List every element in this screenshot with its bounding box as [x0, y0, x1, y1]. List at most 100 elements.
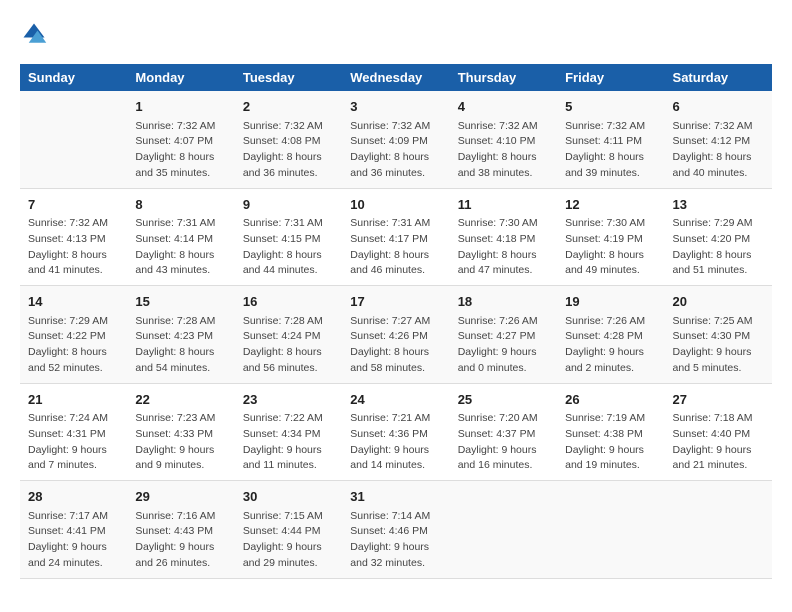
header-wednesday: Wednesday	[342, 64, 449, 91]
day-info: Sunrise: 7:32 AMSunset: 4:13 PMDaylight:…	[28, 216, 119, 279]
day-cell: 7Sunrise: 7:32 AMSunset: 4:13 PMDaylight…	[20, 188, 127, 286]
day-cell	[20, 91, 127, 188]
day-cell: 27Sunrise: 7:18 AMSunset: 4:40 PMDayligh…	[665, 383, 772, 481]
day-number: 22	[135, 390, 226, 410]
day-cell: 23Sunrise: 7:22 AMSunset: 4:34 PMDayligh…	[235, 383, 342, 481]
day-cell: 10Sunrise: 7:31 AMSunset: 4:17 PMDayligh…	[342, 188, 449, 286]
day-cell: 14Sunrise: 7:29 AMSunset: 4:22 PMDayligh…	[20, 286, 127, 384]
day-cell: 21Sunrise: 7:24 AMSunset: 4:31 PMDayligh…	[20, 383, 127, 481]
day-number: 30	[243, 487, 334, 507]
day-cell	[450, 481, 557, 579]
day-cell: 4Sunrise: 7:32 AMSunset: 4:10 PMDaylight…	[450, 91, 557, 188]
day-info: Sunrise: 7:29 AMSunset: 4:20 PMDaylight:…	[673, 216, 764, 279]
day-info: Sunrise: 7:19 AMSunset: 4:38 PMDaylight:…	[565, 411, 656, 474]
day-cell: 11Sunrise: 7:30 AMSunset: 4:18 PMDayligh…	[450, 188, 557, 286]
header-saturday: Saturday	[665, 64, 772, 91]
day-cell	[557, 481, 664, 579]
day-info: Sunrise: 7:28 AMSunset: 4:24 PMDaylight:…	[243, 314, 334, 377]
day-info: Sunrise: 7:27 AMSunset: 4:26 PMDaylight:…	[350, 314, 441, 377]
day-cell: 17Sunrise: 7:27 AMSunset: 4:26 PMDayligh…	[342, 286, 449, 384]
day-info: Sunrise: 7:32 AMSunset: 4:11 PMDaylight:…	[565, 119, 656, 182]
day-number: 6	[673, 97, 764, 117]
day-cell: 5Sunrise: 7:32 AMSunset: 4:11 PMDaylight…	[557, 91, 664, 188]
week-row-2: 7Sunrise: 7:32 AMSunset: 4:13 PMDaylight…	[20, 188, 772, 286]
day-cell: 1Sunrise: 7:32 AMSunset: 4:07 PMDaylight…	[127, 91, 234, 188]
day-number: 25	[458, 390, 549, 410]
day-cell: 31Sunrise: 7:14 AMSunset: 4:46 PMDayligh…	[342, 481, 449, 579]
day-info: Sunrise: 7:32 AMSunset: 4:08 PMDaylight:…	[243, 119, 334, 182]
header-friday: Friday	[557, 64, 664, 91]
day-number: 7	[28, 195, 119, 215]
header-tuesday: Tuesday	[235, 64, 342, 91]
day-number: 10	[350, 195, 441, 215]
day-number: 3	[350, 97, 441, 117]
day-info: Sunrise: 7:21 AMSunset: 4:36 PMDaylight:…	[350, 411, 441, 474]
day-number: 4	[458, 97, 549, 117]
day-info: Sunrise: 7:15 AMSunset: 4:44 PMDaylight:…	[243, 509, 334, 572]
logo	[20, 20, 52, 48]
day-info: Sunrise: 7:31 AMSunset: 4:14 PMDaylight:…	[135, 216, 226, 279]
day-info: Sunrise: 7:31 AMSunset: 4:17 PMDaylight:…	[350, 216, 441, 279]
day-cell: 15Sunrise: 7:28 AMSunset: 4:23 PMDayligh…	[127, 286, 234, 384]
day-number: 9	[243, 195, 334, 215]
day-cell: 29Sunrise: 7:16 AMSunset: 4:43 PMDayligh…	[127, 481, 234, 579]
day-info: Sunrise: 7:26 AMSunset: 4:27 PMDaylight:…	[458, 314, 549, 377]
logo-icon	[20, 20, 48, 48]
week-row-3: 14Sunrise: 7:29 AMSunset: 4:22 PMDayligh…	[20, 286, 772, 384]
day-number: 26	[565, 390, 656, 410]
day-info: Sunrise: 7:31 AMSunset: 4:15 PMDaylight:…	[243, 216, 334, 279]
day-cell: 19Sunrise: 7:26 AMSunset: 4:28 PMDayligh…	[557, 286, 664, 384]
day-cell: 16Sunrise: 7:28 AMSunset: 4:24 PMDayligh…	[235, 286, 342, 384]
day-cell: 26Sunrise: 7:19 AMSunset: 4:38 PMDayligh…	[557, 383, 664, 481]
day-number: 13	[673, 195, 764, 215]
day-cell: 20Sunrise: 7:25 AMSunset: 4:30 PMDayligh…	[665, 286, 772, 384]
day-info: Sunrise: 7:30 AMSunset: 4:18 PMDaylight:…	[458, 216, 549, 279]
day-cell: 30Sunrise: 7:15 AMSunset: 4:44 PMDayligh…	[235, 481, 342, 579]
week-row-4: 21Sunrise: 7:24 AMSunset: 4:31 PMDayligh…	[20, 383, 772, 481]
day-number: 2	[243, 97, 334, 117]
day-cell: 24Sunrise: 7:21 AMSunset: 4:36 PMDayligh…	[342, 383, 449, 481]
header-monday: Monday	[127, 64, 234, 91]
day-number: 14	[28, 292, 119, 312]
day-number: 16	[243, 292, 334, 312]
day-info: Sunrise: 7:25 AMSunset: 4:30 PMDaylight:…	[673, 314, 764, 377]
day-info: Sunrise: 7:23 AMSunset: 4:33 PMDaylight:…	[135, 411, 226, 474]
header-sunday: Sunday	[20, 64, 127, 91]
week-row-5: 28Sunrise: 7:17 AMSunset: 4:41 PMDayligh…	[20, 481, 772, 579]
day-number: 5	[565, 97, 656, 117]
day-info: Sunrise: 7:14 AMSunset: 4:46 PMDaylight:…	[350, 509, 441, 572]
day-number: 29	[135, 487, 226, 507]
day-cell: 8Sunrise: 7:31 AMSunset: 4:14 PMDaylight…	[127, 188, 234, 286]
day-info: Sunrise: 7:20 AMSunset: 4:37 PMDaylight:…	[458, 411, 549, 474]
day-cell	[665, 481, 772, 579]
day-number: 28	[28, 487, 119, 507]
day-info: Sunrise: 7:29 AMSunset: 4:22 PMDaylight:…	[28, 314, 119, 377]
day-number: 18	[458, 292, 549, 312]
day-info: Sunrise: 7:24 AMSunset: 4:31 PMDaylight:…	[28, 411, 119, 474]
day-info: Sunrise: 7:32 AMSunset: 4:10 PMDaylight:…	[458, 119, 549, 182]
day-cell: 25Sunrise: 7:20 AMSunset: 4:37 PMDayligh…	[450, 383, 557, 481]
day-info: Sunrise: 7:28 AMSunset: 4:23 PMDaylight:…	[135, 314, 226, 377]
day-number: 21	[28, 390, 119, 410]
day-number: 8	[135, 195, 226, 215]
day-number: 15	[135, 292, 226, 312]
day-info: Sunrise: 7:30 AMSunset: 4:19 PMDaylight:…	[565, 216, 656, 279]
header-row: SundayMondayTuesdayWednesdayThursdayFrid…	[20, 64, 772, 91]
day-cell: 18Sunrise: 7:26 AMSunset: 4:27 PMDayligh…	[450, 286, 557, 384]
page-header	[20, 20, 772, 48]
day-cell: 12Sunrise: 7:30 AMSunset: 4:19 PMDayligh…	[557, 188, 664, 286]
day-info: Sunrise: 7:18 AMSunset: 4:40 PMDaylight:…	[673, 411, 764, 474]
day-info: Sunrise: 7:32 AMSunset: 4:07 PMDaylight:…	[135, 119, 226, 182]
day-cell: 3Sunrise: 7:32 AMSunset: 4:09 PMDaylight…	[342, 91, 449, 188]
day-info: Sunrise: 7:32 AMSunset: 4:12 PMDaylight:…	[673, 119, 764, 182]
day-cell: 22Sunrise: 7:23 AMSunset: 4:33 PMDayligh…	[127, 383, 234, 481]
day-cell: 13Sunrise: 7:29 AMSunset: 4:20 PMDayligh…	[665, 188, 772, 286]
day-number: 17	[350, 292, 441, 312]
day-number: 20	[673, 292, 764, 312]
day-info: Sunrise: 7:17 AMSunset: 4:41 PMDaylight:…	[28, 509, 119, 572]
week-row-1: 1Sunrise: 7:32 AMSunset: 4:07 PMDaylight…	[20, 91, 772, 188]
day-number: 19	[565, 292, 656, 312]
day-cell: 6Sunrise: 7:32 AMSunset: 4:12 PMDaylight…	[665, 91, 772, 188]
day-info: Sunrise: 7:26 AMSunset: 4:28 PMDaylight:…	[565, 314, 656, 377]
day-cell: 28Sunrise: 7:17 AMSunset: 4:41 PMDayligh…	[20, 481, 127, 579]
